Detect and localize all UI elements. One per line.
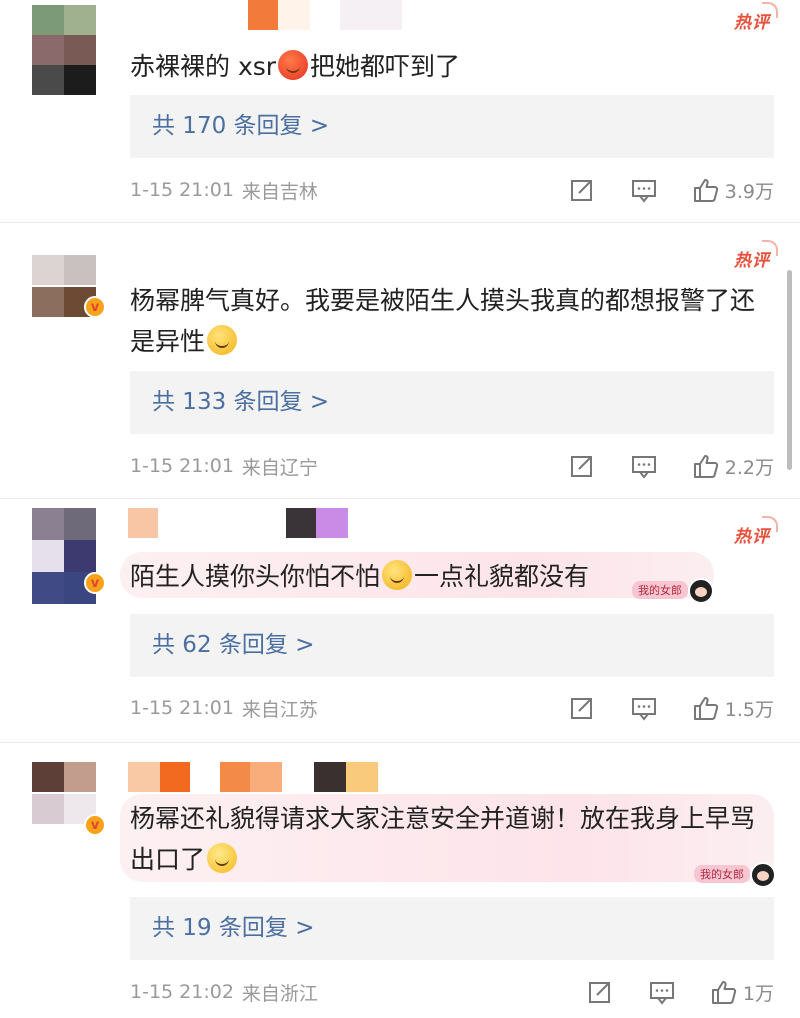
angry-face-icon (278, 50, 309, 80)
like-icon[interactable] (693, 177, 719, 203)
comment-icon[interactable] (631, 453, 657, 479)
divider (0, 742, 800, 743)
comment-text: 杨幂还礼貌得请求大家注意安全并道谢！放在我身上早骂出口了 (130, 804, 756, 874)
divider (0, 498, 800, 499)
comment-actions: 1万 (551, 977, 774, 1007)
like-count: 2.2万 (724, 456, 774, 479)
verified-badge-icon: v (84, 296, 106, 318)
like-icon[interactable] (711, 979, 737, 1005)
comment-actions: 1.5万 (533, 693, 774, 723)
comment-actions: 2.2万 (533, 451, 774, 481)
like-count: 3.9万 (724, 180, 774, 203)
comment-meta: 1-15 21:01 来自吉林 3.9万 (130, 175, 774, 205)
comment-meta: 1-15 21:01 来自江苏 1.5万 (130, 693, 774, 723)
comment-text: 杨幂脾气真好。我要是被陌生人摸头我真的都想报警了还是异性 (130, 286, 756, 356)
hot-comment-badge: 热评 (734, 2, 778, 33)
replies-link[interactable]: 共 62 条回复 > (130, 614, 774, 677)
share-icon[interactable] (569, 177, 595, 203)
bubble-sticker: 我的女郎 (694, 862, 776, 888)
hot-comment-badge: 热评 (734, 516, 778, 547)
comment-location: 来自浙江 (241, 982, 318, 1005)
username-redacted[interactable] (128, 762, 378, 792)
smirk-face-icon (382, 560, 413, 590)
comment-location: 来自江苏 (241, 698, 318, 721)
comment-meta: 1-15 21:02 来自浙江 1万 (130, 977, 774, 1007)
comment-date: 1-15 21:01 (130, 697, 234, 719)
divider (0, 222, 800, 223)
like-count: 1.5万 (724, 698, 774, 721)
comment-location: 来自辽宁 (241, 456, 318, 479)
smile-face-icon (207, 843, 238, 873)
comment-date: 1-15 21:02 (130, 981, 234, 1003)
bubble-sticker: 我的女郎 (632, 578, 714, 604)
share-icon[interactable] (569, 695, 595, 721)
share-icon[interactable] (587, 979, 613, 1005)
username-redacted[interactable] (128, 508, 348, 538)
verified-badge-icon: v (84, 572, 106, 594)
sweat-face-icon (207, 325, 238, 355)
like-icon[interactable] (693, 695, 719, 721)
share-icon[interactable] (569, 453, 595, 479)
comment-icon[interactable] (649, 979, 675, 1005)
comment-text: 赤裸裸的 xsr 把她都吓到了 (130, 50, 461, 81)
comment-date: 1-15 21:01 (130, 455, 234, 477)
comment-actions: 3.9万 (533, 175, 774, 205)
comment-location: 来自吉林 (241, 180, 318, 203)
replies-link[interactable]: 共 19 条回复 > (130, 897, 774, 960)
avatar[interactable] (32, 5, 96, 95)
scrollbar[interactable] (787, 270, 792, 470)
replies-link[interactable]: 共 170 条回复 > (130, 95, 774, 158)
like-count: 1万 (742, 982, 774, 1005)
girl-avatar-icon (688, 578, 714, 604)
comment-icon[interactable] (631, 695, 657, 721)
girl-avatar-icon (750, 862, 776, 888)
replies-link[interactable]: 共 133 条回复 > (130, 371, 774, 434)
comment-meta: 1-15 21:01 来自辽宁 2.2万 (130, 451, 774, 481)
verified-badge-icon: v (84, 814, 106, 836)
hot-comment-badge: 热评 (734, 240, 778, 271)
username-redacted[interactable] (128, 0, 402, 30)
comment-icon[interactable] (631, 177, 657, 203)
comment-date: 1-15 21:01 (130, 179, 234, 201)
like-icon[interactable] (693, 453, 719, 479)
